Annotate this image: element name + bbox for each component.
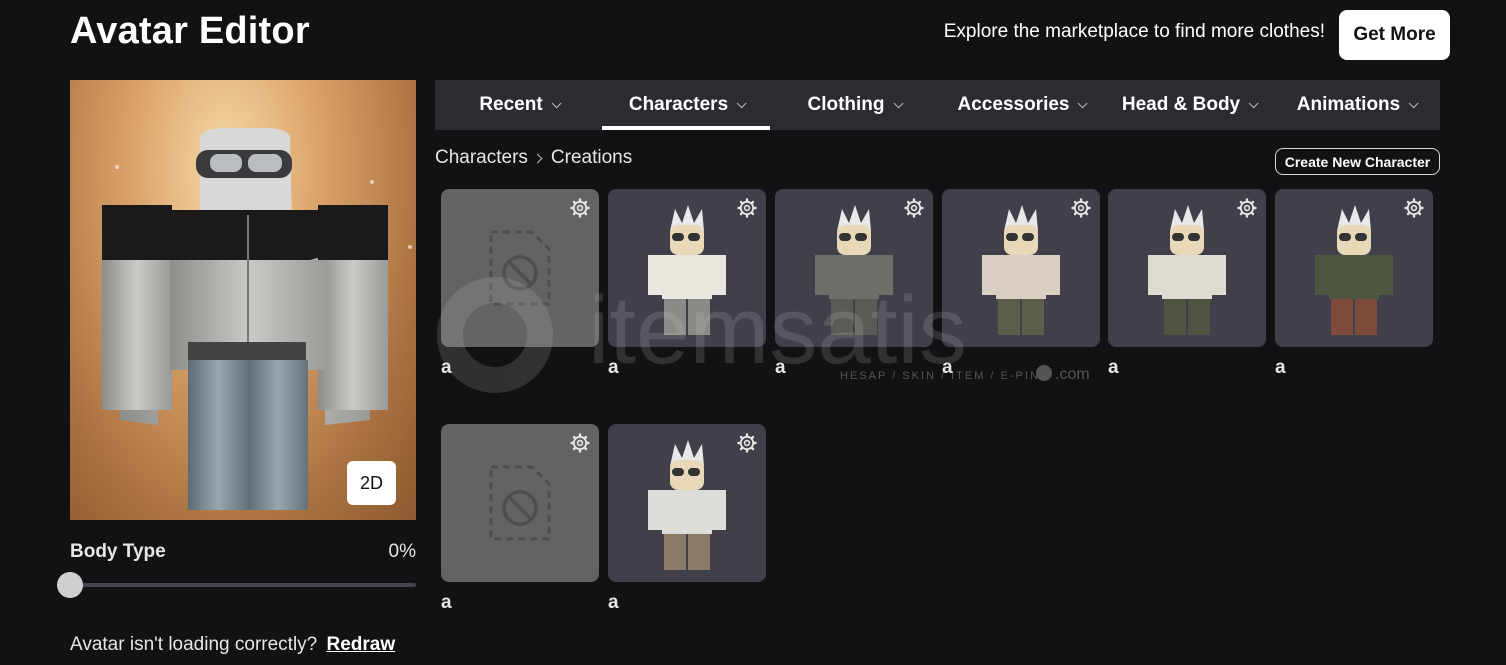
character-name: a <box>1108 357 1119 378</box>
chevron-down-icon <box>1408 97 1419 108</box>
chevron-down-icon <box>1248 97 1259 108</box>
gear-icon[interactable] <box>737 198 757 218</box>
tab-label: Head & Body <box>1121 94 1241 115</box>
character-name: a <box>942 357 953 378</box>
page-title: Avatar Editor <box>70 10 310 52</box>
character-card[interactable] <box>775 189 933 347</box>
gear-icon[interactable] <box>737 433 757 453</box>
body-type-slider-thumb[interactable] <box>57 572 83 598</box>
character-thumbnail <box>1148 205 1226 335</box>
character-card[interactable] <box>441 424 599 582</box>
character-name: a <box>441 592 452 613</box>
tab-label: Characters <box>628 94 729 115</box>
chevron-down-icon <box>893 97 904 108</box>
character-thumbnail <box>648 440 726 570</box>
tab-label: Accessories <box>957 94 1070 115</box>
character-name: a <box>608 357 619 378</box>
character-thumbnail <box>648 205 726 335</box>
marketplace-promo-text: Explore the marketplace to find more clo… <box>943 21 1325 42</box>
gear-icon[interactable] <box>1071 198 1091 218</box>
character-card[interactable] <box>441 189 599 347</box>
gear-icon[interactable] <box>570 198 590 218</box>
body-type-value: 0% <box>388 541 416 562</box>
character-card[interactable] <box>608 424 766 582</box>
body-type-slider-track[interactable] <box>70 583 416 587</box>
character-thumbnail <box>815 205 893 335</box>
tab-label: Clothing <box>807 94 885 115</box>
avatar-3d-figure <box>102 128 388 510</box>
chevron-down-icon <box>736 97 747 108</box>
character-card[interactable] <box>608 189 766 347</box>
character-name: a <box>775 357 786 378</box>
character-thumbnail <box>1315 205 1393 335</box>
redraw-link[interactable]: Redraw <box>327 634 396 655</box>
create-new-character-button[interactable]: Create New Character <box>1275 148 1440 175</box>
tab-characters[interactable]: Characters <box>602 80 770 130</box>
tab-clothing[interactable]: Clothing <box>770 80 937 130</box>
footer-note: Avatar isn't loading correctly? Redraw <box>70 634 395 656</box>
breadcrumb-current: Creations <box>550 147 633 168</box>
character-name: a <box>608 592 619 613</box>
body-type-label: Body Type <box>70 541 166 562</box>
tab-label: Animations <box>1296 94 1401 115</box>
tab-label: Recent <box>479 94 543 115</box>
tab-head-and-body[interactable]: Head & Body <box>1105 80 1272 130</box>
chevron-right-icon <box>532 153 543 163</box>
loading-question: Avatar isn't loading correctly? <box>70 634 318 655</box>
unavailable-thumbnail-icon <box>489 465 551 541</box>
category-tabbar: Recent Characters Clothing Accessories H… <box>435 80 1440 130</box>
get-more-button[interactable]: Get More <box>1339 10 1450 60</box>
watermark-tagline: HESAP / SKIN / ITEM / E-PIN <box>840 370 1040 382</box>
tab-animations[interactable]: Animations <box>1272 80 1440 130</box>
character-thumbnail <box>982 205 1060 335</box>
character-card[interactable] <box>1275 189 1433 347</box>
gear-icon[interactable] <box>1237 198 1257 218</box>
chevron-down-icon <box>1078 97 1089 108</box>
unavailable-thumbnail-icon <box>489 230 551 306</box>
2d-toggle-button[interactable]: 2D <box>347 461 396 505</box>
character-card[interactable] <box>1108 189 1266 347</box>
breadcrumb: Characters Creations <box>435 147 632 169</box>
character-name: a <box>1275 357 1286 378</box>
watermark-suffix: .com <box>1055 366 1090 383</box>
character-card[interactable] <box>942 189 1100 347</box>
gear-icon[interactable] <box>570 433 590 453</box>
chevron-down-icon <box>551 97 562 108</box>
gear-icon[interactable] <box>1404 198 1424 218</box>
breadcrumb-root[interactable]: Characters <box>435 147 528 169</box>
character-name: a <box>441 357 452 378</box>
tab-recent[interactable]: Recent <box>435 80 602 130</box>
gear-icon[interactable] <box>904 198 924 218</box>
tab-accessories[interactable]: Accessories <box>937 80 1105 130</box>
avatar-preview[interactable]: 2D <box>70 80 416 520</box>
